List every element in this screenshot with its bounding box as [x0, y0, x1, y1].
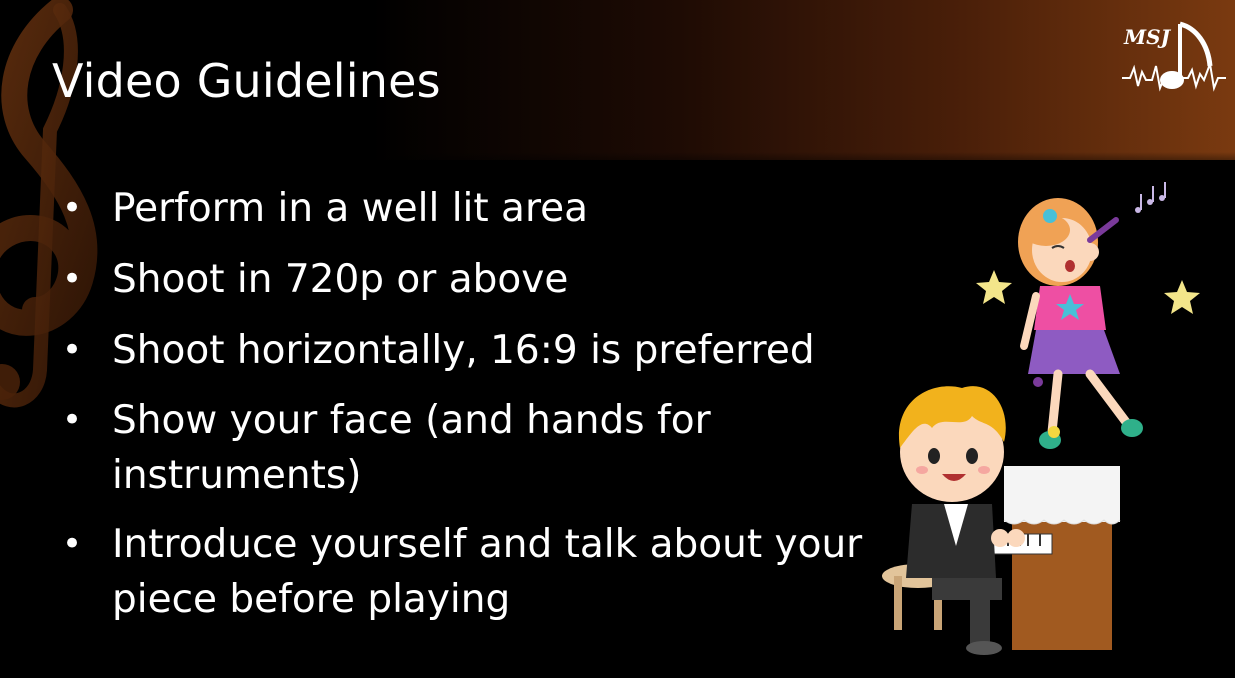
music-note-icon [1135, 182, 1166, 213]
bullet-marker: • [62, 259, 83, 299]
bullet-item: • Shoot in 720p or above [62, 251, 882, 308]
bullet-text: Perform in a well lit area [112, 186, 589, 231]
bullet-item: • Show your face (and hands for instrume… [62, 393, 812, 503]
logo-text: MSJ [1123, 25, 1172, 49]
bullet-text: Shoot horizontally, 16:9 is preferred [112, 328, 815, 373]
slide-title: Video Guidelines [52, 54, 441, 108]
star-icon [1164, 280, 1200, 314]
bullet-marker: • [62, 524, 83, 564]
msj-logo-icon: MSJ [1122, 21, 1226, 92]
bullet-marker: • [62, 188, 83, 228]
bullet-marker: • [62, 400, 83, 440]
bullet-text: Introduce yourself and talk about your p… [112, 522, 863, 622]
bullet-list: • Perform in a well lit area • Shoot in … [62, 180, 882, 641]
slide: Video Guidelines MSJ • Perform in a well… [0, 0, 1235, 678]
bullet-item: • Perform in a well lit area [62, 180, 882, 237]
star-icon [976, 270, 1012, 304]
bullet-item: • Introduce yourself and talk about your… [62, 517, 872, 627]
bullet-text: Shoot in 720p or above [112, 257, 569, 302]
piano-boy-illustration [882, 386, 1121, 655]
bullet-marker: • [62, 330, 83, 370]
bullet-text: Show your face (and hands for instrument… [112, 398, 711, 498]
bullet-item: • Shoot horizontally, 16:9 is preferred [62, 322, 882, 379]
